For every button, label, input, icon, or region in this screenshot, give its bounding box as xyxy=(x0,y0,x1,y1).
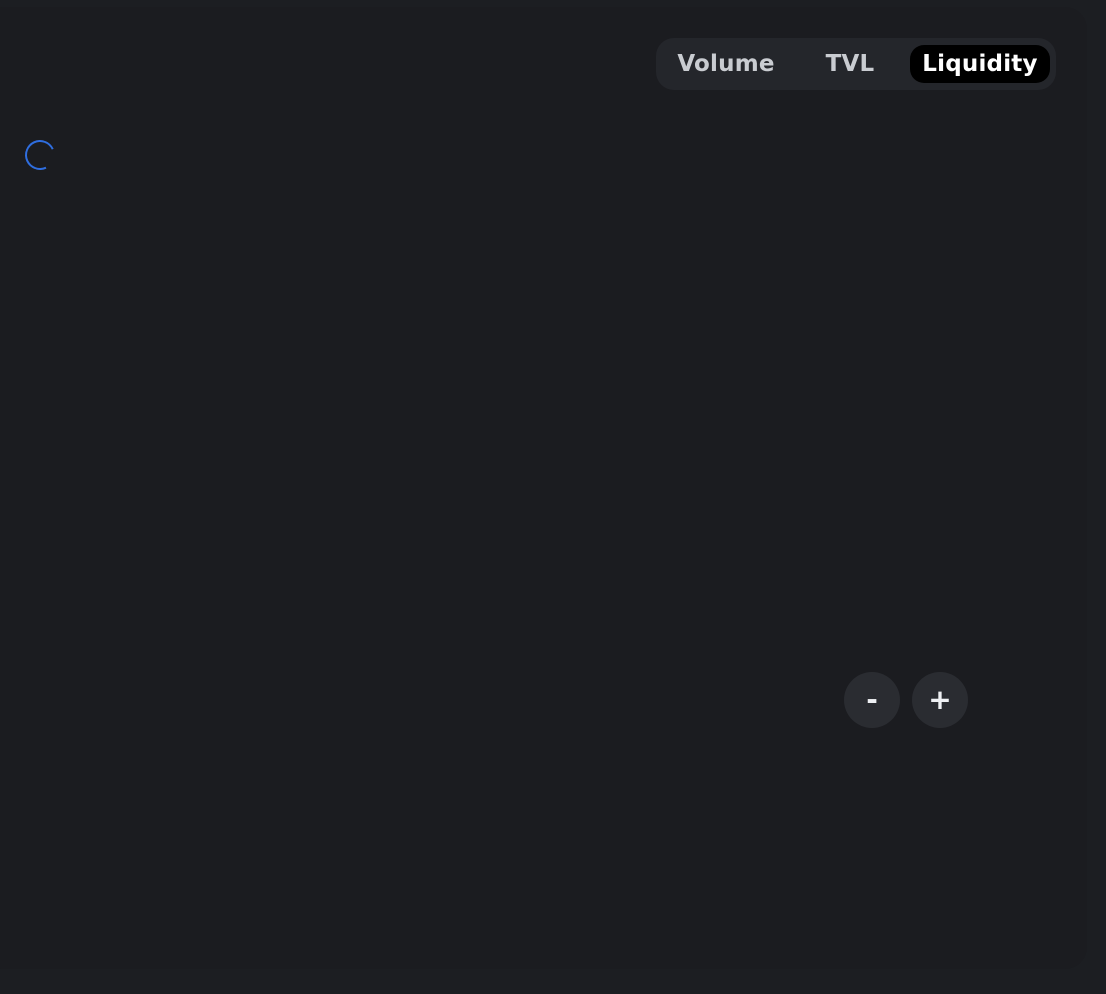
tab-tvl[interactable]: TVL xyxy=(800,45,900,83)
tab-volume[interactable]: Volume xyxy=(666,45,786,83)
chart-card xyxy=(0,7,1087,969)
chart-type-toggle: Volume TVL Liquidity xyxy=(656,38,1056,90)
page: Volume TVL Liquidity - + xyxy=(0,0,1106,994)
zoom-in-button[interactable]: + xyxy=(912,672,968,728)
zoom-out-button[interactable]: - xyxy=(844,672,900,728)
tab-liquidity[interactable]: Liquidity xyxy=(910,45,1050,83)
